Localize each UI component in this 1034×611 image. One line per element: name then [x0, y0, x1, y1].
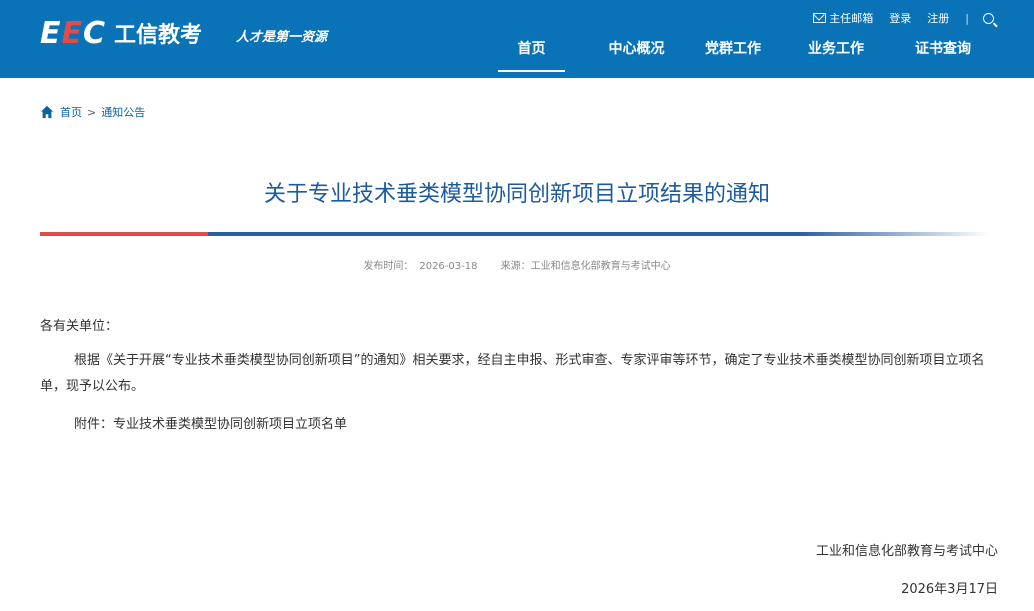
nav-item-party-work[interactable]: 党群工作 — [698, 40, 768, 70]
logo-text: 工信教考 — [114, 23, 203, 48]
top-links: 主任邮箱 登录 注册 | — [797, 10, 994, 26]
site-slogan: 人才是第一资源 — [236, 30, 328, 45]
sign-date: 2026年3月17日 — [901, 582, 998, 597]
article-meta: 发布时间： 2026-03-18 来源：工业和信息化部教育与考试中心 — [0, 257, 1034, 272]
search-icon[interactable] — [983, 12, 994, 24]
breadcrumb: 首页 > 通知公告 — [40, 104, 145, 120]
login-link[interactable]: 登录 — [889, 10, 911, 26]
site-header: EEC 工信教考 人才是第一资源 主任邮箱 登录 注册 | 首页 中心概况 党群… — [0, 0, 1034, 78]
top-links-separator: | — [965, 11, 969, 25]
breadcrumb-current[interactable]: 通知公告 — [101, 104, 145, 120]
nav-item-certificate[interactable]: 证书查询 — [908, 40, 978, 70]
signature: 工业和信息化部教育与考试中心 — [815, 544, 998, 559]
mail-icon — [813, 13, 827, 23]
article-title: 关于专业技术垂类模型协同创新项目立项结果的通知 — [263, 182, 770, 207]
article-source: 来源：工业和信息化部教育与考试中心 — [500, 261, 671, 272]
home-icon — [40, 105, 54, 119]
site-logo[interactable]: EEC 工信教考 — [40, 15, 203, 51]
nav-item-business[interactable]: 业务工作 — [801, 40, 871, 70]
article-body: 各有关单位： 根据《关于开展“专业技术垂类模型协同创新项目”的通知》相关要求，经… — [40, 314, 998, 438]
publish-date: 发布时间： 2026-03-18 — [363, 261, 478, 272]
nav-item-home[interactable]: 首页 — [498, 40, 565, 72]
greeting: 各有关单位： — [40, 319, 119, 334]
register-link[interactable]: 注册 — [927, 10, 949, 26]
director-mailbox-link[interactable]: 主任邮箱 — [813, 10, 873, 26]
main-nav: 首页 中心概况 党群工作 业务工作 证书查询 — [498, 40, 978, 72]
breadcrumb-separator: > — [87, 105, 97, 119]
logo-mark: EEC — [40, 15, 107, 51]
body-paragraph: 根据《关于开展“专业技术垂类模型协同创新项目”的通知》相关要求，经自主申报、形式… — [40, 353, 985, 394]
breadcrumb-home[interactable]: 首页 — [60, 104, 82, 120]
nav-item-overview[interactable]: 中心概况 — [595, 40, 678, 70]
attachment-link[interactable]: 附件：专业技术垂类模型协同创新项目立项名单 — [40, 412, 998, 438]
title-divider — [40, 232, 990, 236]
